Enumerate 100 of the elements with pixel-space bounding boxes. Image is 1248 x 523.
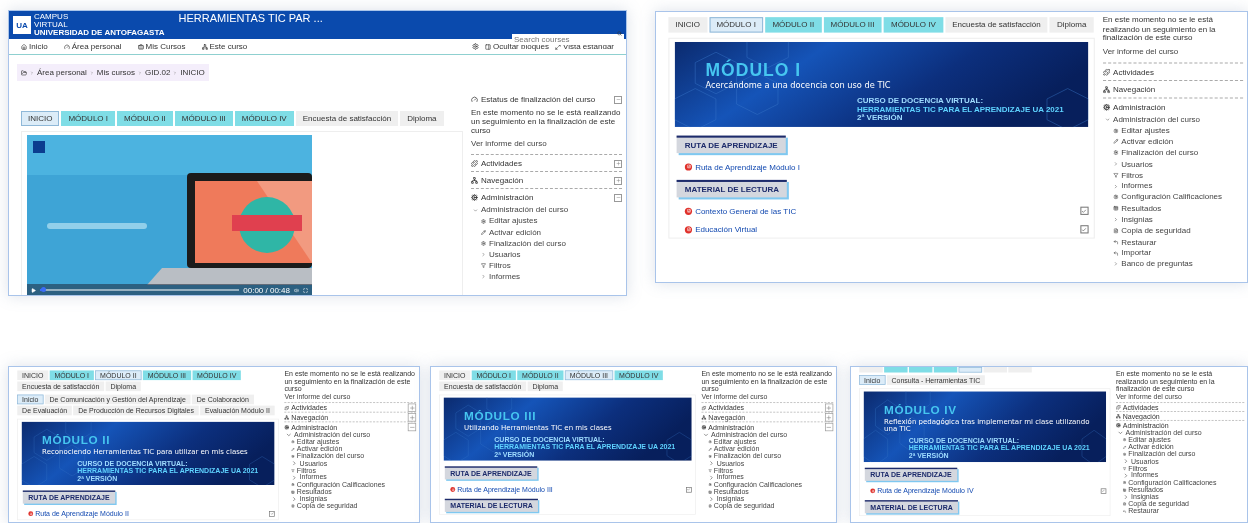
report-link[interactable]: Ver informe del curso bbox=[1102, 46, 1243, 56]
tab[interactable]: MÓDULO IV bbox=[234, 111, 294, 126]
pencil-icon bbox=[1113, 139, 1119, 145]
admin-menu-item[interactable]: Configuración Calificaciones bbox=[1121, 192, 1223, 203]
tab[interactable]: MÓDULO IV bbox=[883, 17, 943, 33]
admin-menu-item[interactable]: Activar edición bbox=[489, 227, 542, 238]
admin-menu-item[interactable]: Activar edición bbox=[1121, 136, 1174, 147]
nav-link[interactable]: Este curso bbox=[201, 42, 248, 51]
status-text: En este momento no se le está realizando un seguimiento en la finalización de este curso bbox=[471, 109, 622, 136]
cogs-icon bbox=[471, 194, 478, 202]
tab[interactable]: INICIO bbox=[668, 17, 708, 33]
pencil-icon bbox=[481, 229, 486, 235]
tab[interactable] bbox=[958, 367, 983, 373]
tab[interactable]: Diploma bbox=[400, 111, 444, 126]
pdf-icon bbox=[684, 207, 693, 215]
search-field[interactable]: Search courses bbox=[512, 34, 624, 45]
nav-link[interactable]: Ocultar bloques bbox=[484, 42, 549, 51]
block-title[interactable]: Administración bbox=[481, 193, 534, 203]
tab[interactable]: Diploma bbox=[1049, 17, 1094, 33]
tab[interactable]: MÓDULO I bbox=[61, 111, 115, 126]
admin-menu-item[interactable]: Editar ajustes bbox=[1121, 125, 1170, 136]
expand-icon bbox=[555, 43, 561, 50]
expand-icon[interactable] bbox=[614, 176, 622, 185]
banner-title: MÓDULO IV bbox=[884, 403, 958, 418]
banner-title: MÓDULO III bbox=[464, 409, 538, 424]
expand-icon[interactable] bbox=[614, 159, 622, 168]
report-link[interactable]: Ver informe del curso bbox=[471, 139, 622, 149]
nav-link[interactable]: Mis Cursos bbox=[137, 42, 186, 51]
course-name-text: CURSO DE DOCENCIA VIRTUAL: bbox=[856, 96, 985, 106]
tab[interactable]: MÓDULO II bbox=[117, 111, 173, 126]
resource-link[interactable]: Ruta de Aprendizaje Módulo I bbox=[695, 161, 800, 172]
fullscreen-icon[interactable] bbox=[303, 287, 308, 293]
completion-checkbox[interactable] bbox=[1080, 206, 1089, 215]
gear-icon bbox=[481, 218, 486, 224]
gear-icon bbox=[1113, 150, 1119, 156]
settings-icon[interactable] bbox=[471, 43, 479, 50]
tab[interactable]: Encuesta de satisfacción bbox=[295, 111, 399, 126]
resource-link[interactable]: Educación Virtual bbox=[695, 224, 758, 235]
block-title[interactable]: Actividades bbox=[1113, 67, 1154, 77]
breadcrumb-link[interactable]: GID.02 bbox=[145, 68, 171, 77]
nav-link[interactable]: Inicio bbox=[21, 42, 48, 51]
admin-menu-item[interactable]: Importar bbox=[1121, 248, 1152, 258]
tab[interactable] bbox=[908, 367, 933, 373]
admin-menu-item[interactable]: Informes bbox=[489, 271, 521, 282]
admin-menu-item[interactable]: Informes bbox=[1121, 181, 1153, 191]
admin-menu-item[interactable]: Finalización del curso bbox=[1121, 148, 1199, 158]
pdf-icon bbox=[684, 163, 693, 171]
tab[interactable]: INICIO bbox=[21, 111, 60, 126]
admin-menu-item[interactable]: Usuarios bbox=[489, 249, 521, 260]
panel-icon bbox=[484, 43, 491, 50]
admin-menu-item[interactable]: Editar ajustes bbox=[489, 216, 538, 227]
block-title[interactable]: Actividades bbox=[481, 159, 522, 169]
block-title[interactable]: Administración bbox=[1113, 102, 1166, 112]
block-title[interactable]: Navegación bbox=[481, 176, 524, 186]
tab[interactable]: MÓDULO III bbox=[823, 17, 882, 33]
block-title[interactable]: Navegación bbox=[1113, 84, 1156, 94]
admin-menu-item[interactable]: Filtros bbox=[489, 260, 511, 271]
admin-menu-item[interactable]: Filtros bbox=[1121, 170, 1144, 180]
admin-menu-item[interactable]: Administración del curso bbox=[1113, 114, 1201, 125]
admin-menu-item[interactable]: Finalización del curso bbox=[489, 238, 566, 249]
admin-menu-item[interactable]: Insignias bbox=[1121, 214, 1153, 225]
breadcrumb-link[interactable]: INICIO bbox=[180, 68, 205, 77]
tab[interactable]: Encuesta de satisfacción bbox=[945, 17, 1048, 33]
chevron-icon bbox=[89, 70, 94, 75]
collapse-icon[interactable] bbox=[614, 95, 622, 104]
breadcrumb-link[interactable]: Mis cursos bbox=[96, 68, 136, 77]
logo-text: UNIVERSIDAD DE ANTOFAGASTA bbox=[34, 29, 165, 37]
sitemap-icon bbox=[471, 177, 478, 185]
folder-icon bbox=[21, 69, 27, 76]
admin-menu-item[interactable]: Resultados bbox=[1121, 203, 1162, 214]
progress-thumb[interactable] bbox=[41, 287, 47, 293]
logo[interactable]: UA bbox=[13, 16, 31, 34]
volume-icon[interactable] bbox=[294, 287, 299, 293]
puzzle-icon bbox=[471, 160, 478, 168]
admin-menu-item[interactable]: Restaurar bbox=[1121, 237, 1157, 247]
admin-menu-item[interactable]: Copia de seguridad bbox=[1121, 225, 1191, 236]
gauge-icon bbox=[63, 43, 70, 50]
gear-icon bbox=[481, 240, 486, 246]
sitemap-icon bbox=[201, 43, 208, 50]
tab[interactable] bbox=[933, 367, 958, 373]
course-name-text: 2ª VERSIÓN bbox=[856, 114, 904, 123]
resource-link[interactable]: Contexto General de las TIC bbox=[695, 206, 797, 216]
breadcrumb-link[interactable]: Área personal bbox=[37, 68, 87, 77]
search-icon bbox=[617, 31, 622, 36]
course-title: HERRAMIENTAS TIC PAR ... bbox=[178, 11, 323, 24]
collapse-icon[interactable] bbox=[614, 193, 622, 202]
nav-link[interactable]: Área personal bbox=[63, 42, 122, 51]
admin-menu-item[interactable]: Usuarios bbox=[1121, 159, 1153, 169]
admin-menu-item[interactable]: Banco de preguntas bbox=[1121, 259, 1193, 269]
banner-title: MÓDULO II bbox=[42, 433, 112, 448]
tab[interactable]: MÓDULO III bbox=[174, 111, 233, 126]
play-icon[interactable] bbox=[31, 287, 36, 293]
tab[interactable]: MÓDULO I bbox=[709, 17, 764, 33]
table-icon bbox=[1113, 205, 1119, 212]
tab[interactable]: MÓDULO II bbox=[765, 17, 822, 33]
chevron-icon bbox=[173, 70, 178, 75]
banner-title: MÓDULO I bbox=[705, 60, 803, 81]
admin-menu-item[interactable]: Administración del curso bbox=[481, 205, 569, 215]
filter-icon bbox=[1113, 172, 1119, 178]
completion-checkbox[interactable] bbox=[1080, 225, 1089, 234]
